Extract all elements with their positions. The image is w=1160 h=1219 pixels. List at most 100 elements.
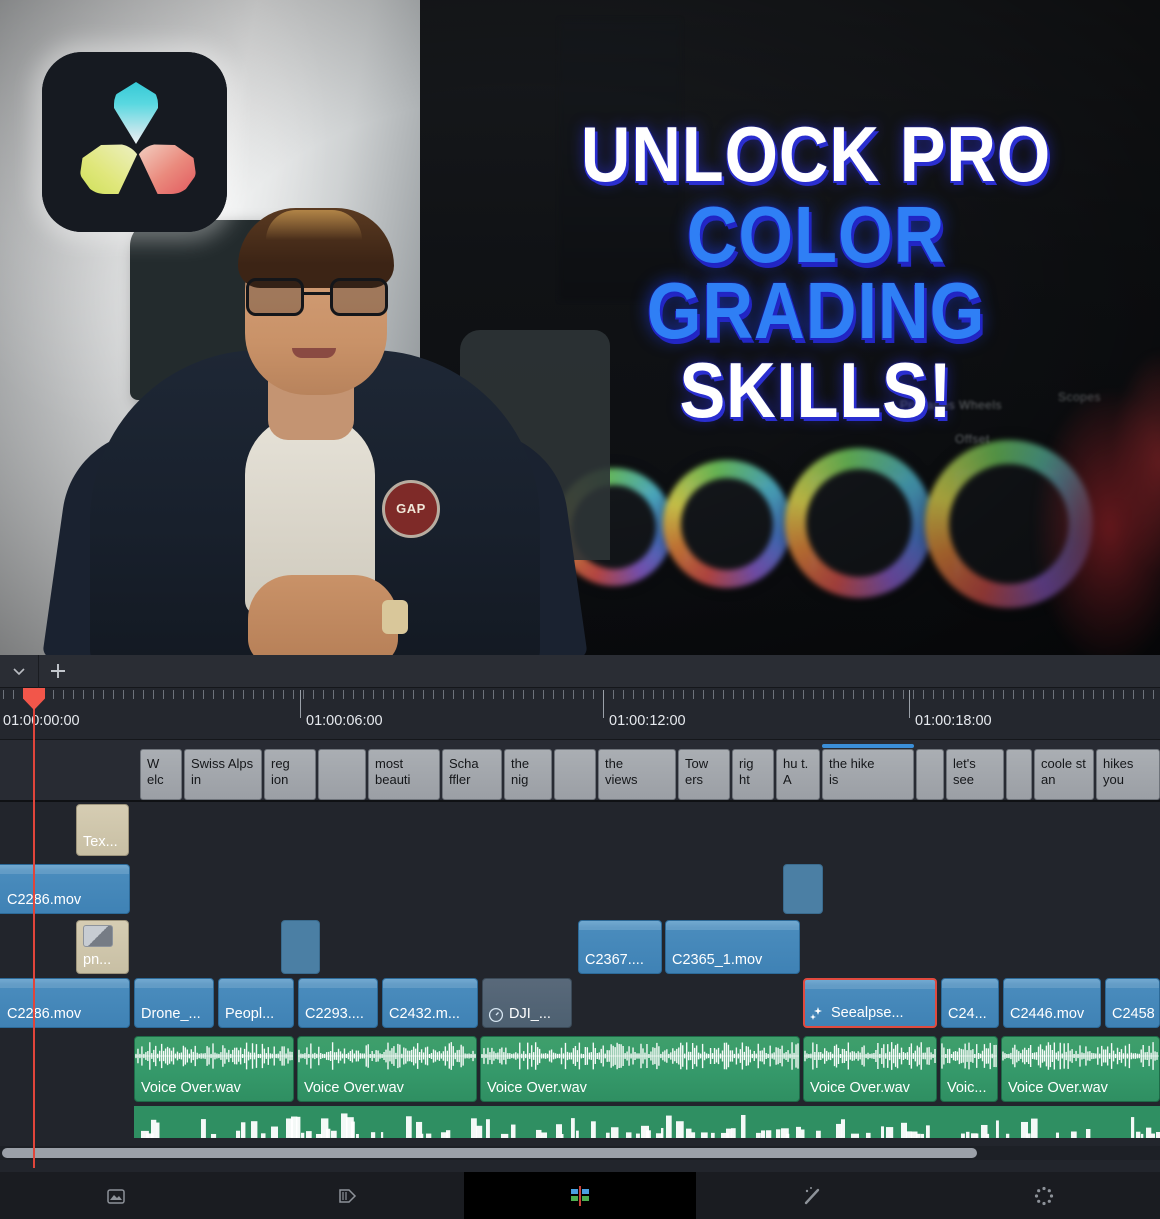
audio-clip[interactable]: Voic... (940, 1036, 998, 1102)
timeline-clip[interactable] (783, 864, 823, 914)
timeline-clip[interactable]: C24... (941, 978, 999, 1028)
ruler-tick (403, 690, 404, 699)
timeline-clip[interactable]: C2365_1.mov (665, 920, 800, 974)
subtitle-clip[interactable]: Swiss Alps in (184, 749, 262, 800)
color-wheel-gamma-icon (663, 460, 791, 588)
timeline-ruler[interactable]: 01:00:00:00 01:00:06:00 01:00:12:00 01:00:1… (0, 688, 1160, 740)
audio-clip[interactable]: Voice Over.wav (297, 1036, 477, 1102)
ruler-tick (133, 690, 134, 699)
ruler-tick (623, 690, 624, 699)
subtitle-line: the (511, 756, 530, 771)
video-track-3[interactable]: Tex... (0, 802, 1160, 862)
ruler-tick (293, 690, 294, 699)
playhead[interactable] (23, 688, 45, 1168)
edit-page-button[interactable] (464, 1172, 696, 1219)
timeline-clip[interactable]: Seealpse... (803, 978, 937, 1028)
subtitle-line: an (1041, 772, 1056, 787)
timeline-clip[interactable]: C2293.... (298, 978, 378, 1028)
audio-clip[interactable]: Voice Over.wav (134, 1036, 294, 1102)
timeline-clip[interactable]: C2367.... (578, 920, 662, 974)
subtitle-line: ffler (449, 772, 471, 787)
clip-label: Tex... (83, 834, 118, 850)
ruler-tick (413, 690, 414, 699)
timeline-clip[interactable]: C2458 (1105, 978, 1160, 1028)
fusion-page-button[interactable] (696, 1172, 928, 1219)
subtitle-clip[interactable]: Welc (140, 749, 182, 800)
ruler-tick (503, 690, 504, 699)
subtitle-clip[interactable]: the views (598, 749, 676, 800)
timeline-dropdown-button[interactable] (0, 655, 38, 688)
audio-track-1[interactable]: Voice Over.wav Voice Over.wav Voice Over.w… (0, 1034, 1160, 1106)
color-page-button[interactable] (928, 1172, 1160, 1219)
subtitle-clip[interactable]: coole st an (1034, 749, 1094, 800)
ruler-tick (203, 690, 204, 699)
media-page-button[interactable] (0, 1172, 232, 1219)
timeline-clip[interactable] (281, 920, 320, 974)
subtitle-clip[interactable]: hu t. A (776, 749, 820, 800)
cut-page-button[interactable] (232, 1172, 464, 1219)
ruler-tick (963, 690, 964, 699)
clip-top-strip (805, 980, 935, 989)
subtitle-clip[interactable]: hikes you (1096, 749, 1160, 800)
add-track-button[interactable] (39, 655, 77, 688)
video-track-1b[interactable]: pn... C2367.... C2365_1.mov (0, 918, 1160, 976)
timeline-clip[interactable]: C2286.mov (0, 978, 130, 1028)
timeline-clip[interactable]: Tex... (76, 804, 129, 856)
audio-meter-band[interactable] (134, 1106, 1160, 1138)
subtitle-clip[interactable]: let's see (946, 749, 1004, 800)
audio-clip[interactable]: Voice Over.wav (803, 1036, 937, 1102)
timeline-clip[interactable]: Peopl... (218, 978, 294, 1028)
subtitle-clip[interactable]: most beauti (368, 749, 440, 800)
subtitle-line: hu t. (783, 756, 809, 771)
timeline-clip[interactable]: pn... (76, 920, 129, 974)
clip-label: C2286.mov (7, 892, 82, 908)
wand-icon (804, 1186, 820, 1204)
timeline-clip[interactable]: C2432.m... (382, 978, 478, 1028)
ruler-tick (1073, 690, 1074, 699)
headline-line-1: UNLOCK PRO (580, 110, 1052, 198)
audio-clip-label: Voic... (947, 1080, 987, 1096)
ruler-tick (1033, 690, 1034, 699)
ruler-tick (333, 690, 334, 699)
ruler-tick (693, 690, 694, 699)
ruler-tick (1113, 690, 1114, 699)
ruler-tick (973, 690, 974, 699)
timeline-clip[interactable]: Drone_... (134, 978, 214, 1028)
horizontal-scrollbar[interactable] (0, 1146, 1160, 1160)
subtitle-clip[interactable]: Scha ffler (442, 749, 502, 800)
subtitle-line: most (375, 756, 404, 771)
glasses-icon (246, 278, 388, 318)
ruler-tick (323, 690, 324, 699)
subtitle-track[interactable]: Welc Swiss Alps in reg ion most beauti Scha ffle… (0, 740, 1160, 802)
subtitle-clip[interactable] (318, 749, 366, 800)
subtitle-clip[interactable] (554, 749, 596, 800)
subtitle-line: ers (685, 772, 704, 787)
subtitle-clip[interactable]: the nig (504, 749, 552, 800)
timeline-clip[interactable]: C2286.mov (0, 864, 130, 914)
ruler-tick (3, 690, 4, 699)
subtitle-clip[interactable]: reg ion (264, 749, 316, 800)
video-track-1[interactable]: C2286.mov Drone_... Peopl... C2293.... C2432… (0, 976, 1160, 1032)
subtitle-selection-indicator (822, 744, 914, 748)
scrollbar-thumb[interactable] (2, 1148, 977, 1158)
ruler-major-tick (300, 690, 301, 718)
ruler-tick (1083, 690, 1084, 699)
ruler-tick (883, 690, 884, 699)
audio-clip[interactable]: Voice Over.wav (480, 1036, 800, 1102)
subtitle-line: you (1103, 772, 1124, 787)
subtitle-clip[interactable] (1006, 749, 1032, 800)
timeline-clip[interactable]: DJI_... (482, 978, 572, 1028)
audio-clip[interactable]: Voice Over.wav (1001, 1036, 1160, 1102)
subtitle-clip[interactable] (916, 749, 944, 800)
ruler-tick (1053, 690, 1054, 699)
ruler-tick (543, 690, 544, 699)
ruler-tick (743, 690, 744, 699)
timeline-clip[interactable]: C2446.mov (1003, 978, 1101, 1028)
subtitle-clip[interactable]: Tow ers (678, 749, 730, 800)
video-track-2[interactable]: C2286.mov (0, 862, 1160, 918)
subtitle-clip[interactable]: rig ht (732, 749, 774, 800)
ruler-tick (443, 690, 444, 699)
audio-meter-track[interactable] (0, 1106, 1160, 1146)
clip-label: C24... (948, 1006, 987, 1022)
subtitle-clip[interactable]: the hike is (822, 749, 914, 800)
